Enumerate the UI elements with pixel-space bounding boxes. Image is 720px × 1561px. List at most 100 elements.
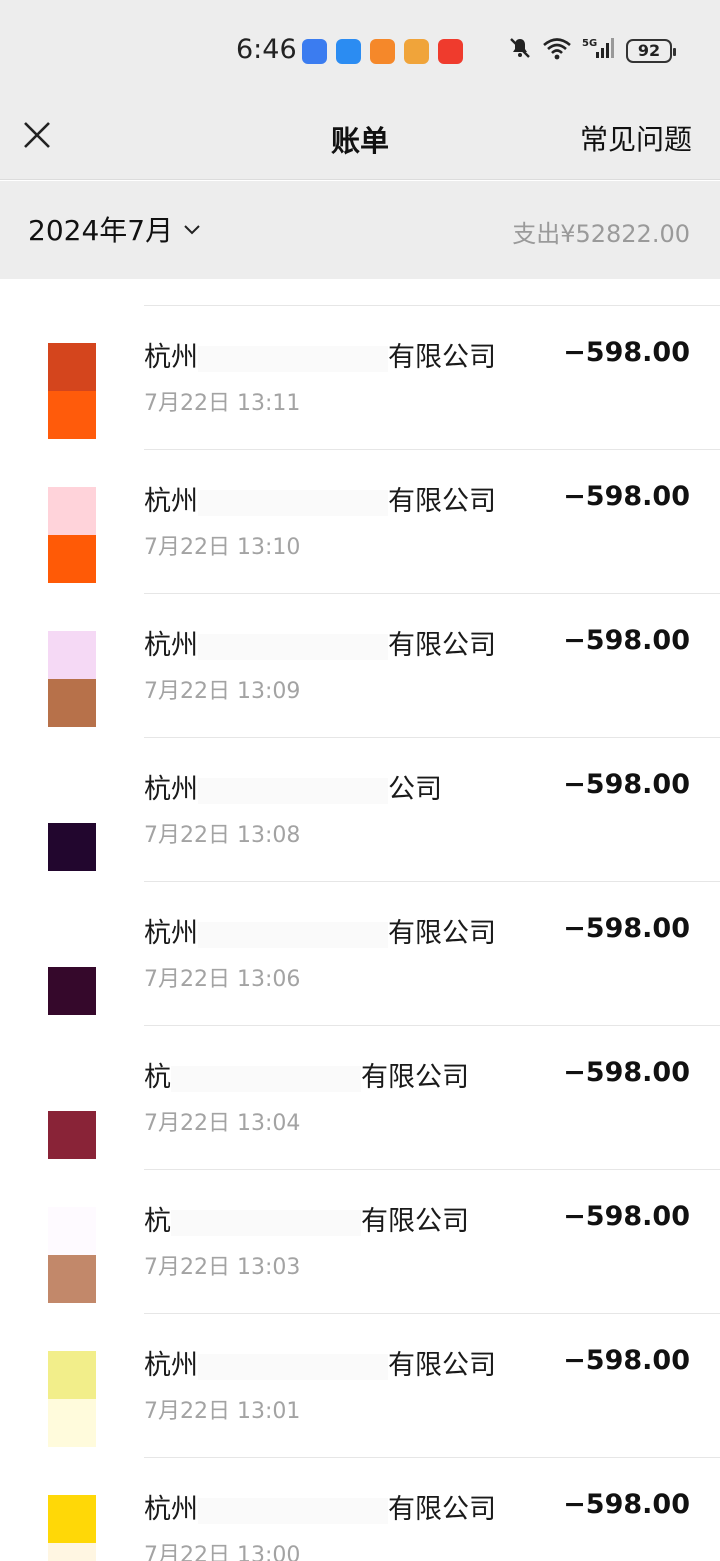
bill-time: 7月22日 13:00 [144,1543,301,1561]
merchant-name: 杭州 有限公司 [144,1487,496,1526]
avatar-bottom-block [48,967,96,1015]
avatar-bottom-block [48,1399,96,1447]
redacted-text [198,1353,388,1380]
merchant-name: 杭州 公司 [144,767,442,806]
merchant-name-prefix: 杭州 [144,342,198,373]
bill-row[interactable]: 杭 有限公司 7月22日 13:04 −598.00 [0,1025,720,1169]
merchant-name: 杭州 有限公司 [144,335,496,374]
bill-amount: −598.00 [563,913,690,944]
merchant-name-prefix: 杭州 [144,630,198,661]
voice-assistant-app-icon [302,39,327,64]
bill-row[interactable]: 杭 有限公司 7月22日 13:03 −598.00 [0,1169,720,1313]
system-icons: 5G 92 [508,36,676,65]
merchant-name: 杭州 有限公司 [144,479,496,518]
bill-row[interactable]: 杭州 有限公司 7月22日 13:01 −598.00 [0,1313,720,1457]
merchant-name-suffix: 有限公司 [388,630,496,661]
merchant-name: 杭州 有限公司 [144,1343,496,1382]
bill-amount: −598.00 [563,1057,690,1088]
merchant-avatar [48,487,96,583]
merchant-avatar [48,919,96,1015]
merchant-name-suffix: 公司 [388,774,442,805]
bill-time: 7月22日 13:01 [144,1399,301,1424]
merchant-name-suffix: 有限公司 [388,1350,496,1381]
merchant-avatar [48,1207,96,1303]
avatar-top-block [48,1495,96,1543]
merchant-avatar [48,1351,96,1447]
merchant-name: 杭州 有限公司 [144,623,496,662]
avatar-top-block [48,1207,96,1255]
merchant-name-suffix: 有限公司 [388,918,496,949]
month-selector[interactable]: 2024年7月 [28,209,203,249]
list-top-spacer [0,279,720,305]
svg-text:5G: 5G [582,38,597,49]
merchant-name-prefix: 杭 [144,1206,171,1237]
notes-app-icon [404,39,429,64]
bill-time: 7月22日 13:09 [144,679,301,704]
merchant-name: 杭州 有限公司 [144,911,496,950]
bill-time: 7月22日 13:03 [144,1255,301,1280]
bill-row[interactable]: 杭州 有限公司 7月22日 13:10 −598.00 [0,449,720,593]
merchant-avatar [48,631,96,727]
nav-bar: 账单 常见问题 [0,100,720,180]
redacted-text [198,345,388,372]
merchant-name-prefix: 杭州 [144,1350,198,1381]
avatar-bottom-block [48,679,96,727]
expense-total: 支出¥52822.00 [512,220,690,248]
redacted-text [198,489,388,516]
taobao-app-icon [438,39,463,64]
filter-bar: 2024年7月 支出¥52822.00 [0,181,720,279]
bill-amount: −598.00 [563,481,690,512]
video-player-app-icon [370,39,395,64]
avatar-top-block [48,775,96,823]
merchant-avatar [48,343,96,439]
merchant-name: 杭 有限公司 [144,1055,469,1094]
mute-bell-icon [508,36,532,65]
bill-amount: −598.00 [563,769,690,800]
avatar-top-block [48,919,96,967]
merchant-name-prefix: 杭州 [144,1494,198,1525]
avatar-bottom-block [48,535,96,583]
avatar-bottom-block [48,391,96,439]
bill-row[interactable]: 杭州 有限公司 7月22日 13:00 −598.00 [0,1457,720,1561]
merchant-name-prefix: 杭 [144,1062,171,1093]
bill-list: 杭州 有限公司 7月22日 13:11 −598.00 杭州 有限公司 7月22日 13:1… [0,279,720,1561]
close-icon [24,122,50,148]
battery-indicator: 92 [626,38,676,63]
avatar-bottom-block [48,1111,96,1159]
merchant-avatar [48,1495,96,1561]
merchant-name: 杭 有限公司 [144,1199,469,1238]
notification-app-icons [302,39,463,64]
bill-time: 7月22日 13:04 [144,1111,301,1136]
close-button[interactable] [20,118,54,152]
merchant-name-prefix: 杭州 [144,774,198,805]
bill-amount: −598.00 [563,337,690,368]
avatar-top-block [48,631,96,679]
avatar-top-block [48,1063,96,1111]
bill-row[interactable]: 杭州 公司 7月22日 13:08 −598.00 [0,737,720,881]
redacted-text [198,777,388,804]
avatar-bottom-block [48,823,96,871]
month-label: 2024年7月 [28,214,174,247]
bill-row[interactable]: 杭州 有限公司 7月22日 13:09 −598.00 [0,593,720,737]
avatar-top-block [48,343,96,391]
redacted-text [198,633,388,660]
bill-time: 7月22日 13:11 [144,391,301,416]
merchant-name-prefix: 杭州 [144,486,198,517]
wifi-icon [542,36,572,65]
chevron-down-icon [184,225,200,235]
bill-amount: −598.00 [563,1201,690,1232]
merchant-name-suffix: 有限公司 [361,1206,469,1237]
bill-row[interactable]: 杭州 有限公司 7月22日 13:06 −598.00 [0,881,720,1025]
redacted-text [198,921,388,948]
cellular-signal-icon: 5G [582,36,616,65]
redacted-text [198,1497,388,1524]
bill-row[interactable]: 杭州 有限公司 7月22日 13:11 −598.00 [0,305,720,449]
avatar-bottom-block [48,1255,96,1303]
redacted-text [171,1065,361,1092]
merchant-name-suffix: 有限公司 [388,1494,496,1525]
avatar-top-block [48,487,96,535]
avatar-top-block [48,1351,96,1399]
faq-link[interactable]: 常见问题 [580,118,692,158]
bill-time: 7月22日 13:06 [144,967,301,992]
merchant-avatar [48,1063,96,1159]
